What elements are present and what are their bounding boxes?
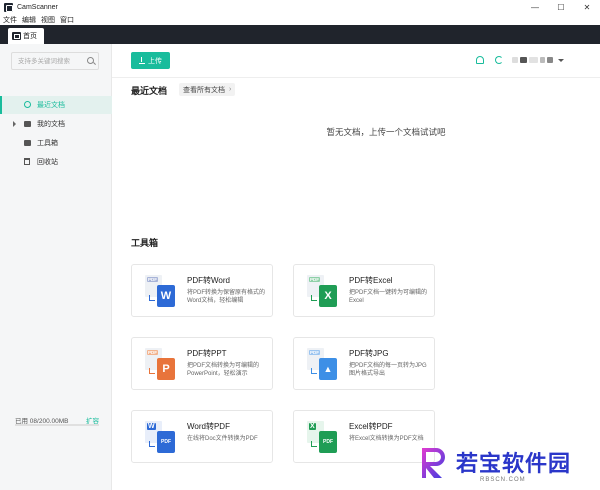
menu-edit[interactable]: 编辑 <box>22 15 36 25</box>
pdf-to-jpg-icon: PDF ▲ <box>305 348 339 382</box>
user-account-menu[interactable] <box>512 54 582 66</box>
title-bar: CamScanner — ☐ ✕ <box>0 0 600 14</box>
main-content: 上传 最近文档 查看所有文档 › 暂无文档，上传一个文档试试吧 工具箱 PDF … <box>112 44 600 490</box>
sidebar-item-my-documents[interactable]: 我的文档 <box>0 115 112 133</box>
scanner-icon <box>12 32 21 40</box>
search-input[interactable] <box>12 53 82 69</box>
tool-card-description: 将Excel文档转换为PDF文档 <box>349 436 424 442</box>
sidebar-item-label: 工具箱 <box>37 140 58 147</box>
excel-to-pdf-icon: X PDF <box>305 421 339 455</box>
search-icon[interactable] <box>87 57 94 64</box>
chevron-right-icon: › <box>229 86 232 93</box>
sidebar: 最近文档 我的文档 工具箱 回收站 已用 08/200.00MB 扩容 <box>0 44 112 490</box>
sidebar-item-recycle-bin[interactable]: 回收站 <box>0 153 112 171</box>
sidebar-item-label: 最近文档 <box>37 102 65 109</box>
empty-state-message: 暂无文档，上传一个文档试试吧 <box>326 127 446 137</box>
app-logo-icon <box>4 2 13 12</box>
tool-card-word-to-pdf[interactable]: W PDF Word转PDF 在线将Doc文件转换为PDF <box>131 410 273 463</box>
chevron-right-icon[interactable] <box>13 121 16 127</box>
sidebar-item-label: 我的文档 <box>37 121 65 128</box>
sidebar-item-label: 回收站 <box>37 159 58 166</box>
tool-card-description: 将PDF转换为保留原有格式的Word文档，轻松编辑 <box>187 290 266 304</box>
word-to-pdf-icon: W PDF <box>143 421 177 455</box>
app-title: CamScanner <box>17 3 58 11</box>
toolbox-icon <box>24 140 31 146</box>
tool-card-title: PDF转Word <box>187 276 230 285</box>
view-all-label: 查看所有文档 <box>183 86 225 94</box>
username-blur <box>529 57 538 63</box>
close-button[interactable]: ✕ <box>574 0 600 14</box>
pdf-to-excel-icon: PDF X <box>305 275 339 309</box>
tool-card-description: 把PDF文档一键转为可编辑的Excel <box>349 290 428 304</box>
menu-file[interactable]: 文件 <box>3 15 17 25</box>
upload-button[interactable]: 上传 <box>131 52 170 69</box>
upload-label: 上传 <box>148 57 162 65</box>
clock-icon <box>24 101 31 108</box>
window-controls: — ☐ ✕ <box>522 0 600 14</box>
minimize-button[interactable]: — <box>522 0 548 14</box>
tool-card-description: 把PDF文档的每一页转为JPG图片格式导出 <box>349 363 427 377</box>
watermark: 若宝软件园 RBSCN.COM <box>414 444 594 490</box>
search-box <box>11 52 99 70</box>
storage-bar <box>15 424 99 426</box>
username-blur <box>540 57 545 63</box>
tool-card-pdf-to-excel[interactable]: PDF X PDF转Excel 把PDF文档一键转为可编辑的Excel <box>293 264 435 317</box>
folder-icon <box>24 121 31 127</box>
sidebar-item-toolbox[interactable]: 工具箱 <box>0 134 112 152</box>
recent-section-title: 最近文档 <box>131 86 168 96</box>
tool-card-title: PDF转Excel <box>349 276 393 285</box>
bell-icon[interactable] <box>476 56 484 64</box>
username-blur <box>547 57 553 63</box>
tab-home[interactable]: 首页 <box>8 28 44 44</box>
watermark-subtext: RBSCN.COM <box>480 477 526 483</box>
trash-icon <box>24 158 30 165</box>
tab-home-label: 首页 <box>23 33 37 40</box>
tool-card-title: PDF转PPT <box>187 349 227 358</box>
tool-card-title: PDF转JPG <box>349 349 389 358</box>
tool-card-title: Word转PDF <box>187 422 230 431</box>
tool-card-pdf-to-ppt[interactable]: PDF P PDF转PPT 把PDF文档转换为可编辑的PowerPoint，轻松… <box>131 337 273 390</box>
tab-bar: 首页 <box>0 25 600 44</box>
tool-card-title: Excel转PDF <box>349 422 393 431</box>
chevron-down-icon[interactable] <box>558 58 564 62</box>
maximize-button[interactable]: ☐ <box>548 0 574 14</box>
toolbox-section-title: 工具箱 <box>131 238 159 248</box>
watermark-logo-icon <box>422 448 445 478</box>
watermark-text: 若宝软件园 <box>456 452 572 477</box>
menu-view[interactable]: 视图 <box>41 15 55 25</box>
tool-card-pdf-to-jpg[interactable]: PDF ▲ PDF转JPG 把PDF文档的每一页转为JPG图片格式导出 <box>293 337 435 390</box>
pdf-to-ppt-icon: PDF P <box>143 348 177 382</box>
view-all-documents-button[interactable]: 查看所有文档 › <box>179 83 236 96</box>
sync-icon[interactable] <box>495 56 503 64</box>
tool-card-description: 在线将Doc文件转换为PDF <box>187 436 258 442</box>
tool-card-description: 把PDF文档转换为可编辑的PowerPoint，轻松演示 <box>187 363 260 377</box>
pdf-to-word-icon: PDF W <box>143 275 177 309</box>
divider <box>112 77 600 78</box>
menu-bar: 文件 编辑 视图 窗口 <box>0 14 600 25</box>
username-blur <box>520 57 527 63</box>
sidebar-item-recent[interactable]: 最近文档 <box>0 96 112 114</box>
avatar <box>512 57 518 63</box>
menu-window[interactable]: 窗口 <box>60 15 74 25</box>
tool-card-pdf-to-word[interactable]: PDF W PDF转Word 将PDF转换为保留原有格式的Word文档，轻松编辑 <box>131 264 273 317</box>
upload-icon <box>139 56 145 64</box>
